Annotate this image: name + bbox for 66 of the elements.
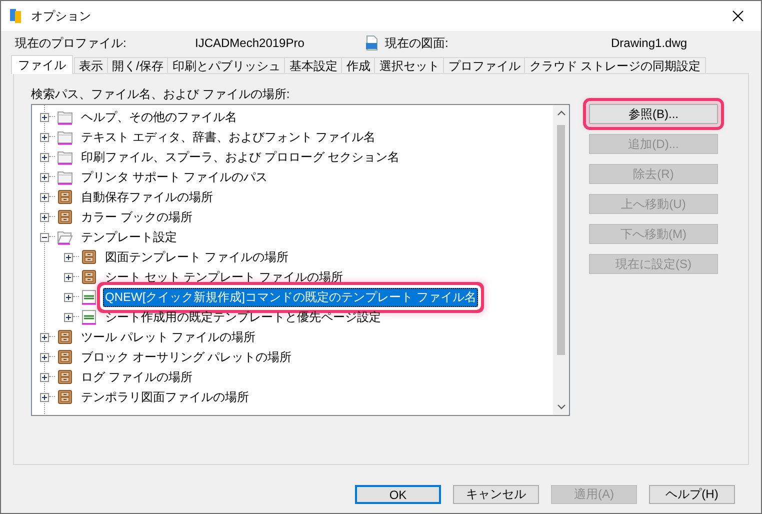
expand-toggle[interactable] <box>64 252 73 262</box>
window-title: オプション <box>31 8 91 24</box>
cabinet-icon <box>57 329 73 345</box>
tab[interactable]: クラウド ストレージの同期設定 <box>524 57 706 74</box>
cabinet-icon <box>57 349 73 365</box>
tree-item[interactable]: ブロック オーサリング パレットの場所 <box>79 348 294 366</box>
expand-toggle[interactable] <box>40 332 49 342</box>
expand-toggle[interactable] <box>64 312 73 322</box>
tree-item[interactable]: テキスト エディタ、辞書、およびフォント ファイル名 <box>79 128 378 146</box>
template-file-icon <box>81 289 97 305</box>
tab[interactable]: 基本設定 <box>284 57 342 74</box>
tab[interactable]: 選択セット <box>374 57 444 74</box>
scroll-bar[interactable] <box>553 105 569 415</box>
profile-label: 現在のプロファイル: <box>15 34 128 52</box>
help-button[interactable]: ヘルプ(H) <box>649 485 735 504</box>
folder-icon <box>57 169 73 185</box>
tree-item[interactable]: 印刷ファイル、スプーラ、および プロローグ セクション名 <box>79 148 402 166</box>
tree-label: 検索パス、ファイル名、および ファイルの場所: <box>31 86 291 103</box>
expand-toggle[interactable] <box>64 292 73 302</box>
drawing-value: Drawing1.dwg <box>611 36 688 50</box>
cabinet-icon <box>57 189 73 205</box>
ok-button[interactable]: OK <box>355 485 441 504</box>
open-folder-icon <box>57 229 73 245</box>
expand-toggle[interactable] <box>40 372 49 382</box>
expand-toggle[interactable] <box>64 272 73 282</box>
profile-value: IJCADMech2019Pro <box>195 36 306 50</box>
folder-icon <box>57 109 73 125</box>
drawing-label: 現在の図面: <box>385 34 450 52</box>
cabinet-icon <box>57 389 73 405</box>
expand-toggle[interactable] <box>40 392 49 402</box>
tree-item[interactable]: 自動保存ファイルの場所 <box>79 188 215 206</box>
template-file-icon <box>81 309 97 325</box>
tab[interactable]: 開く/保存 <box>107 57 168 74</box>
drawing-file-icon <box>365 35 379 51</box>
tree-item[interactable]: ツール パレット ファイルの場所 <box>79 328 258 346</box>
tree-item[interactable]: シート作成用の既定テンプレートと優先ページ設定 <box>103 308 383 326</box>
expand-toggle[interactable] <box>40 352 49 362</box>
tree-item[interactable]: テンプレート設定 <box>79 228 179 246</box>
tab[interactable]: 印刷とパブリッシュ <box>167 57 286 74</box>
tree-item[interactable]: ログ ファイルの場所 <box>79 368 194 386</box>
cabinet-icon <box>81 249 97 265</box>
tree-item[interactable]: 図面テンプレート ファイルの場所 <box>103 248 290 266</box>
collapse-toggle[interactable] <box>40 232 49 242</box>
expand-toggle[interactable] <box>40 172 49 182</box>
app-icon <box>9 8 23 24</box>
tree-item[interactable]: シート セット テンプレート ファイルの場所 <box>103 268 346 286</box>
cancel-button[interactable]: キャンセル <box>453 485 539 504</box>
tree-item[interactable]: プリンタ サポート ファイルのパス <box>79 168 270 186</box>
expand-toggle[interactable] <box>40 192 49 202</box>
cabinet-icon <box>57 369 73 385</box>
expand-toggle[interactable] <box>40 152 49 162</box>
tree-item[interactable]: テンポラリ図面ファイルの場所 <box>79 388 251 406</box>
expand-toggle[interactable] <box>40 212 49 222</box>
tab[interactable]: 表示 <box>74 57 108 74</box>
tab[interactable]: ファイル <box>11 55 73 74</box>
tab[interactable]: 作成 <box>341 57 376 74</box>
tree-item[interactable]: ヘルプ、その他のファイル名 <box>79 108 239 126</box>
cabinet-icon <box>81 269 97 285</box>
tab[interactable]: プロファイル <box>443 57 526 74</box>
tree-item[interactable]: カラー ブックの場所 <box>79 208 194 226</box>
cabinet-icon <box>57 209 73 225</box>
expand-toggle[interactable] <box>40 112 49 122</box>
folder-icon <box>57 129 73 145</box>
folder-icon <box>57 149 73 165</box>
expand-toggle[interactable] <box>40 132 49 142</box>
tree-item[interactable]: QNEW[クイック新規作成]コマンドの既定のテンプレート ファイル名 <box>103 288 478 306</box>
